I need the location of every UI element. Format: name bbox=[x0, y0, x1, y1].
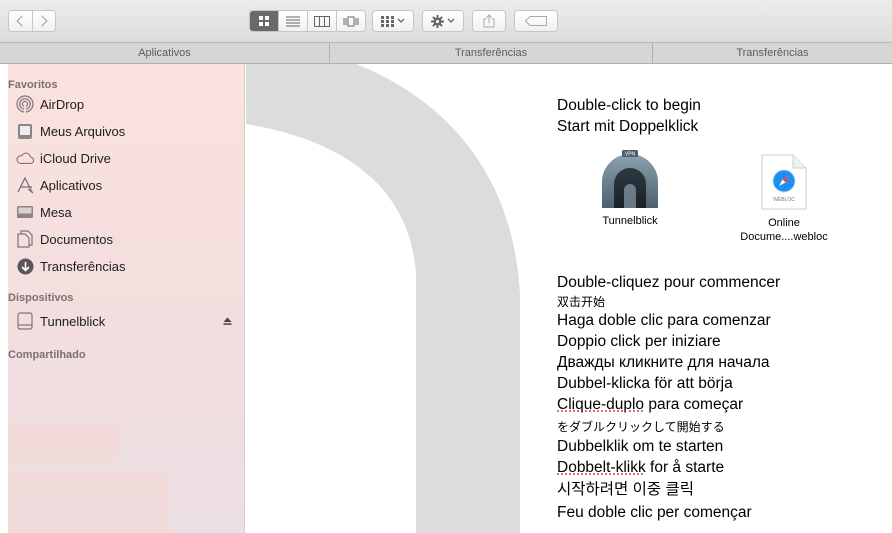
toolbar bbox=[0, 0, 892, 42]
edit-tags-button[interactable] bbox=[514, 10, 558, 32]
eject-icon bbox=[223, 317, 231, 325]
forward-button[interactable] bbox=[31, 11, 56, 31]
tab-bar: Aplicativos Transferências Transferência… bbox=[0, 42, 892, 64]
file-name-line: Docume....webloc bbox=[740, 231, 828, 243]
readme-line: Haga doble clic para comenzar bbox=[557, 312, 771, 329]
readme-line: Clique-duplo para começar bbox=[557, 396, 744, 413]
chevron-right-icon bbox=[36, 15, 48, 27]
icon-view-button[interactable] bbox=[250, 11, 278, 31]
sidebar-item-label: Documentos bbox=[40, 231, 113, 247]
navigation-buttons bbox=[8, 10, 56, 32]
readme-line: Dobbelt-klikk for å starte bbox=[557, 459, 725, 476]
column-view-button[interactable] bbox=[307, 11, 336, 31]
misspelled-word: Clique-duplo bbox=[557, 396, 645, 413]
sidebar-item-documentos[interactable]: Documentos bbox=[16, 228, 238, 250]
sidebar-item-label: AirDrop bbox=[40, 96, 85, 112]
back-button[interactable] bbox=[9, 11, 32, 31]
sidebar-item-icloud-drive[interactable]: iCloud Drive bbox=[16, 147, 238, 169]
airdrop-icon bbox=[16, 95, 34, 113]
sidebar-item-label: Mesa bbox=[40, 204, 72, 220]
view-mode-control bbox=[249, 10, 366, 32]
wallpaper-tint bbox=[8, 424, 118, 464]
group-grid-icon bbox=[381, 15, 394, 27]
readme-line: Feu doble clic per començar bbox=[557, 504, 752, 521]
tunnelblick-app-icon: VPN bbox=[602, 150, 658, 208]
sidebar-item-meus-arquivos[interactable]: Meus Arquivos bbox=[16, 120, 238, 142]
eject-button[interactable] bbox=[220, 314, 234, 328]
readme-line: Дважды кликните для начала bbox=[557, 354, 770, 371]
readme-line: Doppio click per iniziare bbox=[557, 333, 721, 350]
finder-content: Double-click to begin Start mit Doppelkl… bbox=[246, 64, 892, 533]
sidebar-item-transferencias[interactable]: Transferências bbox=[16, 255, 238, 277]
share-button[interactable] bbox=[472, 10, 506, 32]
readme-line: Double-cliquez pour commencer bbox=[557, 274, 781, 291]
tab-aplicativos[interactable]: Aplicativos bbox=[0, 43, 329, 63]
tab-transferencias[interactable]: Transferências bbox=[329, 43, 652, 63]
sidebar-item-aplicativos[interactable]: Aplicativos bbox=[16, 174, 238, 196]
columns-icon bbox=[314, 15, 330, 27]
list-view-button[interactable] bbox=[278, 11, 307, 31]
tag-icon bbox=[525, 16, 547, 26]
sidebar-item-mesa[interactable]: Mesa bbox=[16, 201, 238, 223]
readme-line: をダブルクリックして開始する bbox=[557, 420, 725, 434]
chevron-down-icon bbox=[397, 18, 405, 23]
wallpaper-tint bbox=[8, 469, 168, 533]
sidebar-item-label: Transferências bbox=[40, 258, 126, 274]
documents-icon bbox=[16, 230, 34, 248]
sidebar-item-label: Tunnelblick bbox=[40, 313, 106, 329]
desktop-icon bbox=[16, 203, 34, 221]
list-icon bbox=[286, 16, 300, 26]
share-icon bbox=[483, 14, 495, 28]
file-online-document-webloc[interactable]: WEBLOC Online Docume....webloc bbox=[734, 154, 834, 244]
gallery-view-button[interactable] bbox=[336, 11, 365, 31]
cloud-icon bbox=[16, 149, 34, 167]
shared-header: Compartilhado bbox=[8, 349, 86, 361]
favorites-header: Favoritos bbox=[8, 79, 58, 91]
readme-line: Start mit Doppelklick bbox=[557, 118, 699, 135]
readme-line: Dubbelklik om te starten bbox=[557, 438, 724, 455]
file-name: Tunnelblick bbox=[602, 215, 658, 227]
all-files-icon bbox=[16, 122, 34, 140]
sidebar-item-airdrop[interactable]: AirDrop bbox=[16, 93, 238, 115]
group-by-button[interactable] bbox=[372, 10, 414, 32]
sidebar: Favoritos AirDrop Meus Arquivos iCloud D… bbox=[8, 64, 245, 533]
readme-line: Double-click to begin bbox=[557, 97, 701, 114]
devices-header: Dispositivos bbox=[8, 292, 74, 304]
grid-icon bbox=[259, 16, 269, 26]
misspelled-word: Dobbelt-klikk bbox=[557, 459, 646, 476]
readme-line: Dubbel-klicka för att börja bbox=[557, 375, 733, 392]
downloads-icon bbox=[16, 257, 34, 275]
gear-icon bbox=[431, 14, 444, 28]
chevron-left-icon bbox=[16, 15, 28, 27]
disk-icon bbox=[16, 312, 34, 330]
sidebar-item-label: iCloud Drive bbox=[40, 150, 111, 166]
applications-icon bbox=[16, 176, 34, 194]
tab-transferencias-active[interactable]: Transferências bbox=[652, 43, 892, 63]
sidebar-item-label: Aplicativos bbox=[40, 177, 103, 193]
readme-line: 시작하려면 이중 클릭 bbox=[557, 481, 694, 498]
cover-flow-icon bbox=[343, 16, 359, 26]
file-tunnelblick[interactable]: VPN Tunnelblick bbox=[590, 148, 670, 228]
sidebar-item-tunnelblick-volume[interactable]: Tunnelblick bbox=[16, 310, 238, 332]
file-name-line: Online bbox=[768, 217, 800, 229]
action-menu-button[interactable] bbox=[422, 10, 464, 32]
webloc-badge-text: WEBLOC bbox=[773, 197, 795, 203]
vpn-badge-text: VPN bbox=[625, 152, 636, 158]
sidebar-item-label: Meus Arquivos bbox=[40, 123, 126, 139]
chevron-down-icon bbox=[447, 18, 455, 23]
webloc-file-icon: WEBLOC bbox=[761, 154, 807, 210]
